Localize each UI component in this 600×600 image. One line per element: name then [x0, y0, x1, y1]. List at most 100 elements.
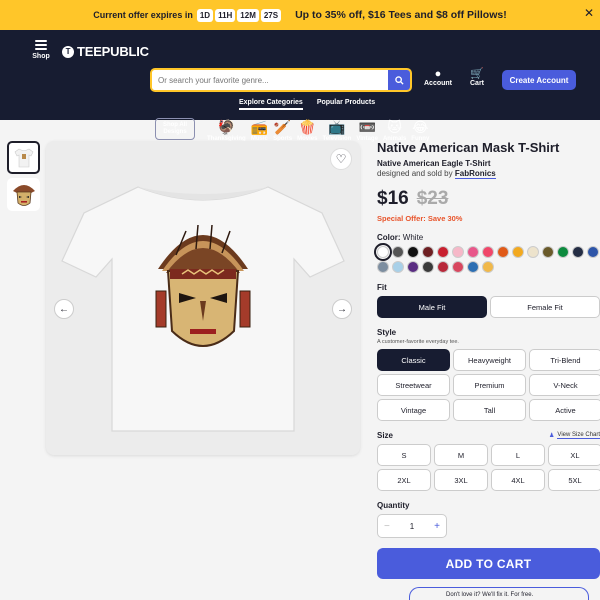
color-swatch[interactable]	[482, 261, 494, 273]
category-vintage[interactable]: 📼 Vintage	[356, 118, 378, 142]
size-s-button[interactable]: S	[377, 444, 431, 466]
category-funny[interactable]: 😂 Funny	[411, 118, 429, 142]
logo-mark-icon: T	[62, 45, 74, 58]
cassette-icon: 📼	[358, 119, 376, 135]
search-icon	[394, 75, 404, 85]
countdown-timer: 1D 11H 12M 27S	[196, 8, 282, 22]
search-button[interactable]	[388, 70, 410, 90]
style-heavyweight-button[interactable]: Heavyweight	[453, 349, 526, 371]
category-television[interactable]: 📺 Television	[322, 118, 351, 142]
size-chart-link[interactable]: ♟ View Size Chart	[549, 432, 600, 439]
boombox-icon: 📻	[250, 119, 269, 135]
size-5xl-button[interactable]: 5XL	[548, 469, 600, 491]
add-to-cart-button[interactable]: ADD TO CART	[377, 548, 600, 579]
offer-expires-label: Current offer expires in	[93, 10, 193, 20]
color-swatch[interactable]	[572, 246, 584, 258]
style-label: Style	[377, 328, 397, 337]
style-premium-button[interactable]: Premium	[453, 374, 526, 396]
arrow-right-icon[interactable]: →	[332, 299, 352, 319]
size-label: Size	[377, 431, 394, 440]
size-l-button[interactable]: L	[491, 444, 545, 466]
category-thanksgiving[interactable]: 🦃 Thanksgiving	[207, 118, 246, 142]
color-swatch[interactable]	[497, 246, 509, 258]
size-options: S M L XL 2XL 3XL 4XL 5XL	[377, 444, 600, 491]
size-xl-button[interactable]: XL	[548, 444, 600, 466]
user-icon: ●	[434, 68, 442, 80]
artist-link[interactable]: FabRonics	[454, 169, 496, 179]
category-movies[interactable]: 🍿 Movies	[297, 118, 317, 142]
category-animals[interactable]: 🐱 Animals	[383, 118, 406, 142]
thumbnail-tshirt[interactable]	[7, 141, 40, 174]
designer-line: designed and sold by FabRonics	[377, 169, 600, 179]
size-4xl-button[interactable]: 4XL	[491, 469, 545, 491]
thumbnail-design[interactable]	[7, 178, 40, 211]
color-swatch[interactable]	[452, 261, 464, 273]
create-account-button[interactable]: Create Account	[502, 70, 576, 90]
size-2xl-button[interactable]: 2XL	[377, 469, 431, 491]
shop-all-designs-button[interactable]: Shop All Designs	[155, 118, 195, 140]
product-image: ♡ ← →	[46, 141, 360, 455]
color-swatch-list	[374, 243, 600, 273]
close-icon[interactable]: ✕	[584, 6, 594, 20]
color-swatch[interactable]	[527, 246, 539, 258]
cart-icon: 🛒	[470, 68, 484, 80]
heart-icon[interactable]: ♡	[330, 148, 352, 170]
teepublic-logo[interactable]: T TEEPUBLIC	[62, 44, 149, 59]
style-tall-button[interactable]: Tall	[453, 399, 526, 421]
color-swatch[interactable]	[437, 261, 449, 273]
increment-button[interactable]: +	[434, 521, 440, 532]
color-swatch[interactable]	[467, 246, 479, 258]
search-input[interactable]	[152, 70, 388, 90]
color-swatch[interactable]	[512, 246, 524, 258]
fit-label: Fit	[377, 283, 387, 292]
color-swatch[interactable]	[377, 261, 389, 273]
style-streetwear-button[interactable]: Streetwear	[377, 374, 450, 396]
fit-male-button[interactable]: Male Fit	[377, 296, 487, 318]
cart-button[interactable]: 🛒 Cart	[470, 68, 484, 87]
decrement-button[interactable]: −	[384, 521, 390, 532]
color-swatch[interactable]	[542, 246, 554, 258]
shop-menu-button[interactable]: Shop	[30, 40, 52, 60]
size-header: Size ♟ View Size Chart	[377, 431, 600, 440]
color-swatch[interactable]	[557, 246, 569, 258]
countdown-seconds: 27S	[260, 8, 282, 22]
color-swatch[interactable]	[467, 261, 479, 273]
color-swatch[interactable]	[392, 246, 404, 258]
tab-popular-products[interactable]: Popular Products	[317, 99, 375, 110]
color-label: Color:	[377, 233, 401, 242]
color-swatch[interactable]	[587, 246, 599, 258]
fit-female-button[interactable]: Female Fit	[490, 296, 600, 318]
tab-explore-categories[interactable]: Explore Categories	[239, 99, 303, 110]
style-active-button[interactable]: Active	[529, 399, 600, 421]
quantity-stepper: − 1 +	[377, 514, 447, 538]
style-vintage-button[interactable]: Vintage	[377, 399, 450, 421]
size-m-button[interactable]: M	[434, 444, 488, 466]
color-swatch[interactable]	[407, 246, 419, 258]
style-classic-button[interactable]: Classic	[377, 349, 450, 371]
account-button[interactable]: ● Account	[424, 68, 452, 87]
cat-icon: 🐱	[387, 119, 402, 135]
size-chart-text: View Size Chart	[557, 432, 600, 439]
style-triblend-button[interactable]: Tri-Blend	[529, 349, 600, 371]
tshirt-mockup-image	[61, 186, 345, 432]
color-swatch[interactable]	[452, 246, 464, 258]
color-swatch[interactable]	[482, 246, 494, 258]
category-sports[interactable]: 🏏 Sports	[273, 118, 292, 142]
size-3xl-button[interactable]: 3XL	[434, 469, 488, 491]
tshirt-thumbnail-image	[14, 148, 33, 167]
category-music[interactable]: 📻 Music	[251, 118, 268, 142]
color-swatch[interactable]	[407, 261, 419, 273]
promo-deal-text[interactable]: Up to 35% off, $16 Tees and $8 off Pillo…	[295, 9, 507, 21]
original-price: $23	[416, 188, 449, 209]
style-vneck-button[interactable]: V-Neck	[529, 374, 600, 396]
product-subtitle: Native American Eagle T-Shirt	[377, 159, 491, 168]
color-swatch[interactable]	[422, 261, 434, 273]
arrow-left-icon[interactable]: ←	[54, 299, 74, 319]
color-swatch[interactable]	[437, 246, 449, 258]
promo-banner: Current offer expires in 1D 11H 12M 27S …	[0, 0, 600, 30]
color-swatch[interactable]	[422, 246, 434, 258]
tv-icon: 📺	[328, 119, 346, 135]
quantity-value[interactable]: 1	[410, 522, 414, 531]
color-swatch[interactable]	[374, 243, 392, 261]
color-swatch[interactable]	[392, 261, 404, 273]
